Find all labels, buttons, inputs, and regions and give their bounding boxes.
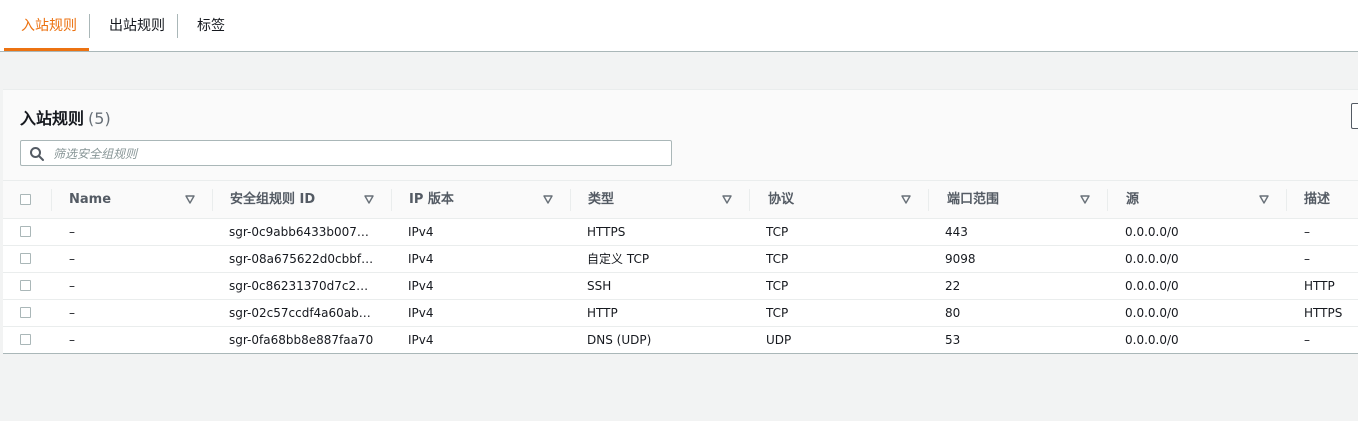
cell-protocol: UDP [766,333,792,347]
table-row[interactable]: – sgr-08a675622d0cbbfa9 IPv4 自定义 TCP TCP… [3,246,1358,273]
cell-rule-id: sgr-02c57ccdf4a60ab28 [229,306,374,320]
row-checkbox[interactable] [20,307,31,318]
cell-ip-version: IPv4 [408,252,434,266]
column-divider [570,189,571,211]
column-header-name[interactable]: Name [69,181,111,219]
cell-name: – [69,252,75,266]
panel-title: 入站规则 (5) [20,105,111,129]
table-row[interactable]: – sgr-0c86231370d7c2b4c IPv4 SSH TCP 22 … [3,273,1358,300]
sort-icon[interactable] [543,195,553,204]
row-checkbox[interactable] [20,253,31,264]
column-divider [1107,189,1108,211]
search-input[interactable] [51,142,655,166]
sort-icon[interactable] [1259,195,1269,204]
cell-source: 0.0.0.0/0 [1125,252,1179,266]
cell-name: – [69,279,75,293]
column-divider [51,189,52,211]
column-divider [749,189,750,211]
column-divider [928,189,929,211]
select-all-checkbox[interactable] [20,194,31,205]
table-row[interactable]: – sgr-0c9abb6433b0074… IPv4 HTTPS TCP 44… [3,219,1358,246]
cell-ip-version: IPv4 [408,225,434,239]
row-checkbox[interactable] [20,334,31,345]
panel-header: 入站规则 (5) [3,90,1358,180]
cell-description: HTTPS [1304,306,1343,320]
sort-icon[interactable] [185,195,195,204]
cell-ip-version: IPv4 [408,306,434,320]
sort-icon[interactable] [1080,195,1090,204]
cell-description: – [1304,225,1310,239]
cell-port-range: 9098 [945,252,976,266]
cell-source: 0.0.0.0/0 [1125,225,1179,239]
column-divider [212,189,213,211]
cell-protocol: TCP [766,252,789,266]
column-header-port-range[interactable]: 端口范围 [947,181,999,219]
column-header-rule-id[interactable]: 安全组规则 ID [230,181,315,219]
tab-divider [177,14,178,38]
rules-table: Name 安全组规则 ID IP 版本 类型 协议 端口范围 源 描述 – sg… [3,180,1358,353]
inbound-rules-panel: 入站规则(5) Name 安全组规则 ID IP 版本 类型 [3,89,1358,354]
table-row[interactable]: – sgr-0fa68bb8e887faa70 IPv4 DNS (UDP) U… [3,327,1358,353]
search-icon [30,147,44,161]
cell-name: – [69,333,75,347]
cell-description: – [1304,252,1310,266]
cell-source: 0.0.0.0/0 [1125,333,1179,347]
cell-type: HTTPS [587,225,626,239]
cell-source: 0.0.0.0/0 [1125,279,1179,293]
column-header-description[interactable]: 描述 [1304,181,1330,219]
sort-icon[interactable] [364,195,374,204]
column-header-protocol[interactable]: 协议 [768,181,794,219]
column-header-ip-version[interactable]: IP 版本 [409,181,454,219]
cell-rule-id: sgr-08a675622d0cbbfa9 [229,252,374,266]
sort-icon[interactable] [722,195,732,204]
cell-port-range: 22 [945,279,961,293]
cell-protocol: TCP [766,306,789,320]
column-header-source[interactable]: 源 [1126,181,1139,219]
tab-bar: 入站规则 出站规则 标签 [0,0,1358,52]
table-row[interactable]: – sgr-02c57ccdf4a60ab28 IPv4 HTTP TCP 80… [3,300,1358,327]
tab-inbound-rules[interactable]: 入站规则 [21,0,77,51]
cell-source: 0.0.0.0/0 [1125,306,1179,320]
tab-outbound-rules[interactable]: 出站规则 [109,0,165,51]
tab-divider [89,14,90,38]
cell-name: – [69,306,75,320]
cell-port-range: 53 [945,333,961,347]
cell-protocol: TCP [766,225,789,239]
cell-description: – [1304,333,1310,347]
cell-type: DNS (UDP) [587,333,652,347]
cell-name: – [69,225,75,239]
cell-ip-version: IPv4 [408,333,434,347]
cell-type: 自定义 TCP [587,252,650,266]
cell-ip-version: IPv4 [408,279,434,293]
cell-type: SSH [587,279,612,293]
active-tab-indicator [4,48,89,51]
cell-rule-id: sgr-0fa68bb8e887faa70 [229,333,374,347]
cell-type: HTTP [587,306,618,320]
panel-title-text: 入站规则 [20,109,85,128]
column-divider [1286,189,1287,211]
cell-description: HTTP [1304,279,1335,293]
cell-port-range: 443 [945,225,968,239]
search-box[interactable] [20,140,672,166]
cell-protocol: TCP [766,279,789,293]
edit-rules-button[interactable] [1351,103,1358,129]
sort-icon[interactable] [901,195,911,204]
cell-rule-id: sgr-0c86231370d7c2b4c [229,279,374,293]
table-header: Name 安全组规则 ID IP 版本 类型 协议 端口范围 源 描述 [3,180,1358,219]
rule-count: (5) [88,109,111,128]
row-checkbox[interactable] [20,226,31,237]
column-header-type[interactable]: 类型 [588,181,614,219]
cell-port-range: 80 [945,306,961,320]
cell-rule-id: sgr-0c9abb6433b0074… [229,225,374,239]
row-checkbox[interactable] [20,280,31,291]
tab-tags[interactable]: 标签 [197,0,225,51]
table-body: – sgr-0c9abb6433b0074… IPv4 HTTPS TCP 44… [3,219,1358,353]
column-divider [391,189,392,211]
